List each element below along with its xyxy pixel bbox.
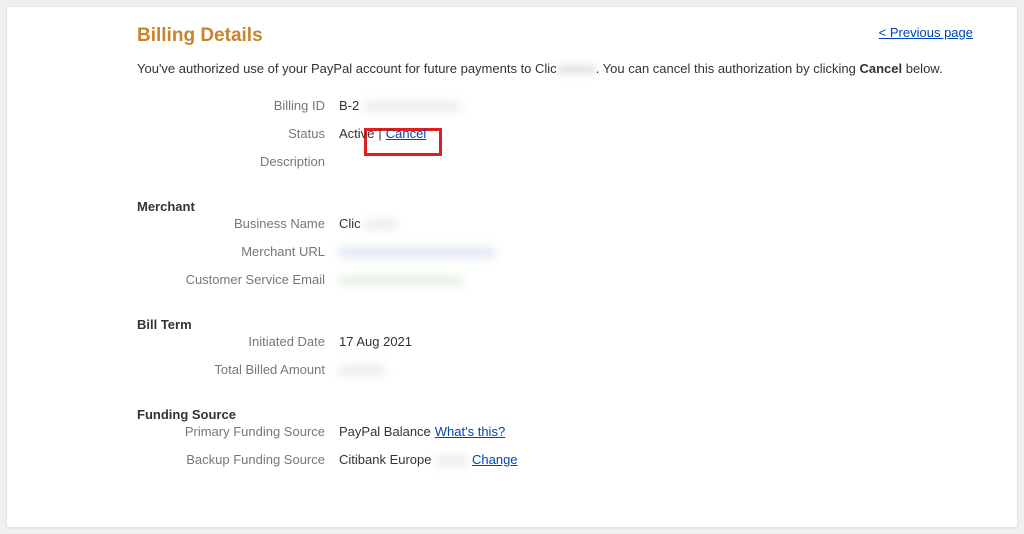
change-link[interactable]: Change: [472, 452, 518, 467]
business-name-prefix: Clic: [339, 216, 361, 231]
merchant-title: Merchant: [27, 199, 997, 214]
cancel-link[interactable]: Cancel: [386, 126, 426, 141]
whats-this-link[interactable]: What's this?: [435, 424, 505, 439]
intro-part1: You've authorized use of your PayPal acc…: [137, 61, 557, 76]
billing-id-label: Billing ID: [27, 98, 339, 113]
billing-id-redacted: xxxxxxxxxxxxxxx: [363, 98, 461, 113]
intro-bold: Cancel: [859, 61, 902, 76]
header-row: Billing Details < Previous page: [27, 25, 997, 47]
status-label: Status: [27, 126, 339, 141]
primary-funding-value: PayPal Balance: [339, 424, 431, 439]
merchant-section: Merchant Business Name Clic xxxxx Merchan…: [27, 199, 997, 299]
initiated-date-value: 17 Aug 2021: [339, 334, 412, 349]
merchant-url-redacted: xxxxxxxxxxxxxxxxxxxxxxxx: [339, 244, 495, 259]
billing-id-section: Billing ID B-2 xxxxxxxxxxxxxxx Status Act…: [27, 97, 997, 181]
customer-email-redacted: xxxxxxxxxxxxxxxxxxx: [339, 272, 463, 287]
bill-term-title: Bill Term: [27, 317, 997, 332]
page-title: Billing Details: [27, 25, 263, 47]
funding-title: Funding Source: [27, 407, 997, 422]
customer-email-label: Customer Service Email: [27, 272, 339, 287]
business-name-label: Business Name: [27, 216, 339, 231]
description-label: Description: [27, 154, 339, 169]
billing-id-prefix: B-2: [339, 98, 359, 113]
business-name-redacted: xxxxx: [365, 216, 398, 231]
billing-details-panel: Billing Details < Previous page You've a…: [6, 6, 1018, 528]
status-sep: |: [378, 126, 381, 141]
backup-funding-value: Citibank Europe: [339, 452, 432, 467]
intro-redacted: xxxxxx: [557, 59, 596, 79]
previous-page-link[interactable]: < Previous page: [879, 25, 973, 40]
intro-part2: . You can cancel this authorization by c…: [596, 61, 860, 76]
intro-text: You've authorized use of your PayPal acc…: [27, 59, 997, 79]
bill-term-section: Bill Term Initiated Date 17 Aug 2021 Tot…: [27, 317, 997, 389]
intro-part3: below.: [902, 61, 942, 76]
backup-funding-redacted: xxxxx: [436, 452, 469, 467]
total-billed-label: Total Billed Amount: [27, 362, 339, 377]
primary-funding-label: Primary Funding Source: [27, 424, 339, 439]
initiated-date-label: Initiated Date: [27, 334, 339, 349]
status-value: Active: [339, 126, 374, 141]
backup-funding-label: Backup Funding Source: [27, 452, 339, 467]
funding-section: Funding Source Primary Funding Source Pa…: [27, 407, 997, 479]
total-billed-redacted: xxxxxxx: [339, 362, 385, 377]
merchant-url-label: Merchant URL: [27, 244, 339, 259]
